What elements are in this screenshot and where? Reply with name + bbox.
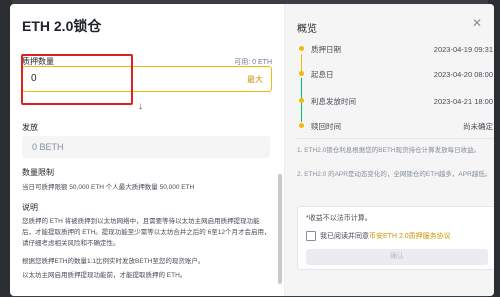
description-paragraph-1: 您质押的 ETH 将被质押到以太坊网络中，且需要等待以太坊主网启用质押提现功能后…: [22, 218, 271, 247]
step-label: 赎回时间: [311, 122, 341, 131]
close-icon[interactable]: ✕: [472, 16, 482, 30]
issue-label: 发放: [22, 123, 38, 132]
step-value: 2023-04-21 18:00: [433, 97, 493, 106]
timeline-dot: [299, 98, 304, 103]
timeline-step: 赎回时间 尚未确定: [297, 121, 493, 132]
timeline-dot: [299, 46, 304, 51]
description-paragraph-3: 以太坊主网启用质押提现功能前，才能提取质押的 ETH。: [22, 272, 187, 279]
step-label: 利息发放时间: [311, 97, 356, 106]
timeline-dot: [299, 123, 304, 128]
divider: [297, 138, 494, 139]
step-label: 起息日: [311, 70, 334, 79]
step-value: 2023-04-19 09:31: [433, 45, 493, 54]
overview-panel: 概览 ✕ 质押日期 2023-04-19 09:31 起息日 2023-04-2…: [285, 4, 494, 296]
arrow-down-icon: ↓: [138, 101, 143, 112]
overview-note-2: 2. ETH2.0 的APR是动态变化的，全网锁仓的ETH越多，APR越低。: [297, 171, 492, 178]
confirm-box: *收益不以法币计算。 我已阅读并同意币安ETH 2.0质押服务协议 确认: [297, 206, 494, 270]
eth-staking-modal: ETH 2.0锁仓 质押数量 可用: 0 ETH 0 最大 ↓ 发放 0 BET…: [10, 4, 494, 296]
agreement-link[interactable]: 币安ETH 2.0质押服务协议: [369, 233, 451, 240]
highlight-annotation: [21, 54, 133, 105]
overview-note-1: 1. ETH2.0锁仓利息根据您的BETH现货持仓计算发放每日收益。: [297, 147, 481, 154]
overview-title: 概览: [297, 24, 317, 35]
timeline-step: 利息发放时间 2023-04-21 18:00: [297, 96, 493, 107]
timeline-dot: [299, 71, 304, 76]
agree-checkbox[interactable]: [306, 231, 316, 241]
max-button[interactable]: 最大: [247, 74, 263, 85]
step-value: 2023-04-20 08:00: [433, 70, 493, 79]
timeline-step: 起息日 2023-04-20 08:00: [297, 69, 493, 80]
timeline-step: 质押日期 2023-04-19 09:31: [297, 44, 493, 55]
limit-text: 当日可质押限额 50,000 ETH 个人最大质押数量 50,000 ETH: [22, 184, 195, 191]
step-label: 质押日期: [311, 45, 341, 54]
limit-label: 数量限制: [22, 168, 54, 177]
issue-amount-box: 0 BETH: [22, 136, 270, 158]
staking-form-panel: ETH 2.0锁仓 质押数量 可用: 0 ETH 0 最大 ↓ 发放 0 BET…: [10, 4, 285, 296]
description-paragraph-2: 根据您质押ETH的数量1:1比例实时发放BETH至您的现货账户。: [22, 258, 205, 265]
confirm-button[interactable]: 确认: [306, 249, 488, 265]
description-heading: 说明: [22, 203, 38, 212]
step-value: 尚未确定: [463, 122, 493, 131]
modal-title: ETH 2.0锁仓: [22, 18, 102, 34]
issue-amount-value: 0 BETH: [32, 142, 64, 152]
estimate-note: *收益不以法币计算。: [306, 215, 372, 222]
agree-text: 我已阅读并同意币安ETH 2.0质押服务协议: [320, 231, 451, 241]
agree-prefix: 我已阅读并同意: [320, 233, 369, 240]
scrollbar[interactable]: [278, 174, 282, 284]
